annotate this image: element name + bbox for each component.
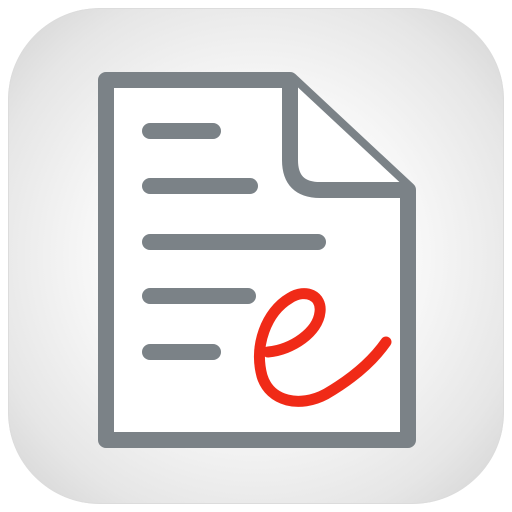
e-document-icon [98, 72, 416, 448]
